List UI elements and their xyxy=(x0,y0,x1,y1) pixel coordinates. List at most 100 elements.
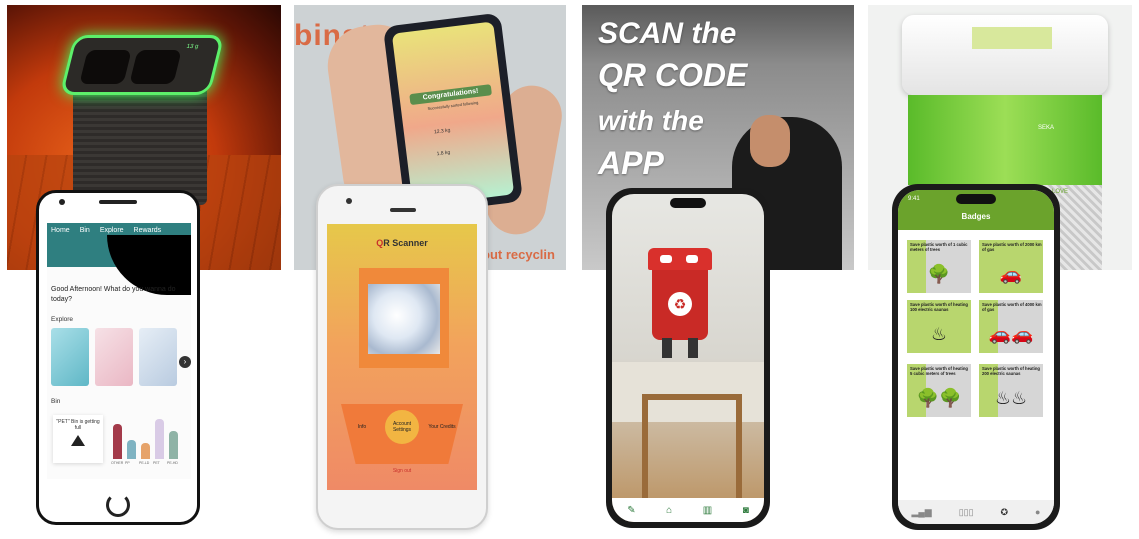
sauna-icon: ♨ xyxy=(930,324,948,344)
badge-text: Save plastic worth of heating 200 electr… xyxy=(982,366,1040,376)
badge-text: Save plastic worth of 1 cubic meters of … xyxy=(910,242,968,252)
badges-header: 9:41 Badges xyxy=(898,190,1054,230)
explore-card[interactable] xyxy=(51,328,89,386)
fill-level-bar xyxy=(127,440,136,459)
bin-heading: Bin xyxy=(51,398,61,405)
badge-text: Save plastic worth of heating 5 cubic me… xyxy=(910,366,968,376)
congrats-screen: Congratulations! Successfully sorted fol… xyxy=(391,21,515,207)
robot-leg xyxy=(662,338,672,358)
phone-mockup-badges: 9:41 Badges Save plastic worth of 1 cubi… xyxy=(892,184,1060,530)
badge-icon[interactable]: ✪ xyxy=(1001,507,1009,518)
phone-notch xyxy=(670,198,706,208)
account-settings-button[interactable]: Account Settings xyxy=(383,408,421,446)
sorted-value: 12.3 kg xyxy=(433,127,451,136)
chair xyxy=(642,394,742,504)
camera-icon[interactable]: ◙ xyxy=(743,505,749,516)
headline-line: APP xyxy=(598,145,664,181)
nav-home[interactable]: Home xyxy=(51,227,70,267)
home-icon[interactable]: ⌂ xyxy=(666,505,672,516)
robot-eye xyxy=(686,255,698,263)
speaker-grille xyxy=(99,200,137,204)
warning-icon xyxy=(71,435,85,446)
tagline-text: out recyclin xyxy=(482,247,555,262)
robot-leg xyxy=(688,338,698,358)
page-title: Badges xyxy=(961,212,991,221)
fill-level-bar xyxy=(141,443,150,459)
fill-level-bar xyxy=(113,424,122,459)
greeting-text: Good Afternoon! What do you wanna do tod… xyxy=(51,286,176,303)
tree-icon: 🌳 xyxy=(927,264,951,284)
bin-app-screen: Home Bin Explore Rewards Good Afternoon!… xyxy=(47,223,191,479)
scan-frame xyxy=(359,268,449,368)
nav-bin[interactable]: Bin xyxy=(80,227,90,267)
bin-display: 13 g xyxy=(185,44,199,50)
headline-line: SCAN the xyxy=(598,17,737,50)
badge-card[interactable]: Save plastic worth of heating 5 cubic me… xyxy=(907,364,971,417)
phone-notch xyxy=(956,194,996,204)
bottom-tab-bar: ▂▄▆ ▯▯▯ ✪ ● xyxy=(898,500,1054,524)
sauna-icon: ♨♨ xyxy=(994,388,1028,408)
bin-body xyxy=(73,85,207,205)
badge-card[interactable]: Save plastic worth of 4000 km of gas 🚗🚗 xyxy=(979,300,1043,353)
headline-line: with the xyxy=(598,105,704,136)
explore-card[interactable] xyxy=(139,328,177,386)
camera-icon xyxy=(59,199,65,205)
screen-title: QR Scanner xyxy=(327,238,477,248)
robot-lid xyxy=(648,248,712,270)
scanned-item-photo xyxy=(368,284,440,354)
badge-card[interactable]: Save plastic worth of heating 100 electr… xyxy=(907,300,971,353)
collage: 13 g Home Bin Explore Rewards Good After… xyxy=(0,0,1139,539)
phone-mockup-bin-app: Home Bin Explore Rewards Good Afternoon!… xyxy=(36,190,200,525)
info-button[interactable]: Info xyxy=(347,424,377,430)
badge-card[interactable]: Save plastic worth of heating 200 electr… xyxy=(979,364,1043,417)
robot-body: ♻ xyxy=(652,270,708,340)
sign-out-link[interactable]: Sign out xyxy=(327,468,477,474)
car-icon: 🚗 xyxy=(999,264,1023,284)
person-head xyxy=(750,115,790,167)
fill-level-bar xyxy=(155,419,164,459)
bin-full-alert: "PET" Bin is getting full xyxy=(53,415,103,463)
green-compartment: SEKA xyxy=(908,95,1102,185)
badges-screen: 9:41 Badges Save plastic worth of 1 cubi… xyxy=(898,190,1054,524)
phone-mockup-ar: ♻ ✎ ⌂ ▥ ◙ xyxy=(606,188,770,528)
badge-text: Save plastic worth of heating 100 electr… xyxy=(910,302,968,312)
fill-level-bar xyxy=(169,431,178,459)
smart-bin: 13 g xyxy=(59,35,225,205)
headline-line: QR CODE xyxy=(598,57,748,93)
ar-bin-robot: ♻ xyxy=(648,248,712,358)
fill-level-label: OTHER xyxy=(111,461,124,465)
chevron-right-icon[interactable]: › xyxy=(179,356,191,368)
cars-icon: 🚗🚗 xyxy=(988,324,1034,344)
robot-eye xyxy=(660,255,672,263)
bottom-tab-bar: ✎ ⌂ ▥ ◙ xyxy=(612,498,764,522)
credits-button[interactable]: Your Credits xyxy=(427,424,457,430)
stats-icon[interactable]: ▂▄▆ xyxy=(911,507,931,518)
camera-icon xyxy=(346,198,352,204)
home-button[interactable] xyxy=(106,493,130,517)
compartment-label: SEKA xyxy=(1038,125,1055,131)
recycle-icon: ♻ xyxy=(668,292,692,316)
fill-level-label: PP xyxy=(125,461,130,465)
bin-slot xyxy=(129,50,182,84)
profile-icon[interactable]: ● xyxy=(1035,507,1040,517)
chart-icon[interactable]: ▥ xyxy=(703,505,712,516)
bin-cap xyxy=(902,15,1108,95)
badge-text: Save plastic worth of 4000 km of gas xyxy=(982,302,1042,312)
pencil-icon[interactable]: ✎ xyxy=(627,505,635,516)
phone-mockup-scanner: QR Scanner Info Account Settings Your Cr… xyxy=(316,184,488,530)
bins-icon[interactable]: ▯▯▯ xyxy=(959,507,974,518)
badge-card[interactable]: Save plastic worth of 2000 km of gas 🚗 xyxy=(979,240,1043,293)
trees-icon: 🌳🌳 xyxy=(916,388,962,408)
title-rest: R Scanner xyxy=(383,238,428,248)
ar-camera-screen: ♻ ✎ ⌂ ▥ ◙ xyxy=(612,194,764,522)
explore-heading: Explore xyxy=(51,316,74,323)
fill-level-label: PET xyxy=(153,461,160,465)
badge-card[interactable]: Save plastic worth of 1 cubic meters of … xyxy=(907,240,971,293)
fill-level-label: PE-LD xyxy=(139,461,150,465)
badge-text: Save plastic worth of 2000 km of gas xyxy=(982,242,1042,252)
qr-scanner-screen: QR Scanner Info Account Settings Your Cr… xyxy=(327,224,477,490)
bin-display xyxy=(972,27,1052,49)
alert-text: "PET" Bin is getting full xyxy=(56,419,100,431)
status-time: 9:41 xyxy=(908,196,920,202)
explore-card[interactable] xyxy=(95,328,133,386)
